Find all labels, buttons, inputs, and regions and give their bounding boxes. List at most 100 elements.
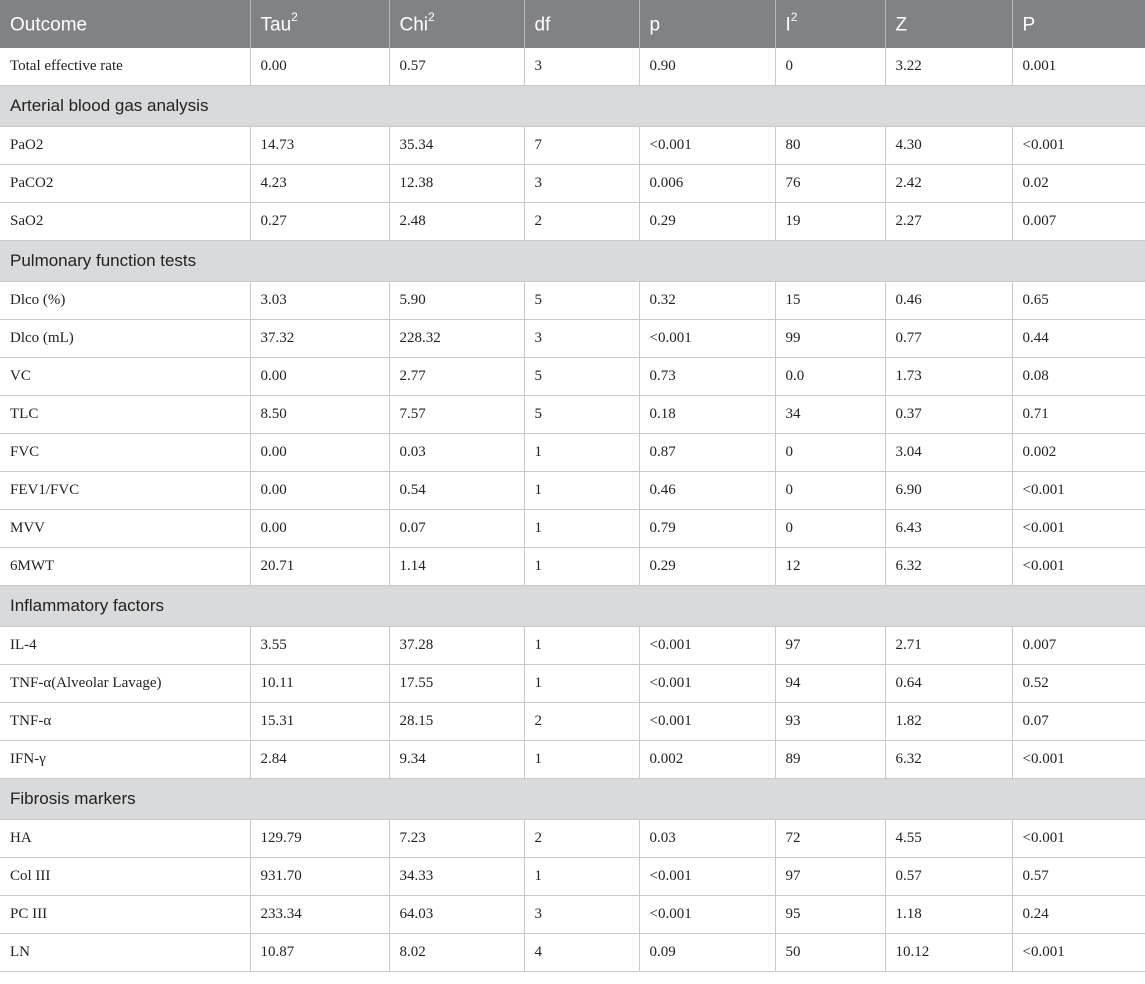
col-header-chi2: Chi2 [389, 0, 525, 48]
value-cell: 0.77 [885, 319, 1013, 358]
value-cell: 0.65 [1012, 281, 1145, 320]
outcome-cell: TNF-α [0, 702, 251, 741]
value-cell: 99 [775, 319, 886, 358]
value-cell: 2.77 [389, 357, 525, 396]
value-cell: 0 [775, 433, 886, 472]
value-cell: 0.57 [389, 48, 525, 86]
value-cell: 228.32 [389, 319, 525, 358]
value-cell: 64.03 [389, 895, 525, 934]
section-row: Pulmonary function tests [0, 240, 1145, 282]
value-cell: <0.001 [1012, 126, 1145, 165]
outcome-cell: MVV [0, 509, 251, 548]
value-cell: 1.73 [885, 357, 1013, 396]
table-row: PaO2 14.73 35.34 7 <0.001 80 4.30 <0.001 [0, 126, 1145, 165]
table-row: Total effective rate 0.00 0.57 3 0.90 0 3.22 0.… [0, 48, 1145, 86]
value-cell: <0.001 [1012, 740, 1145, 779]
value-cell: 2.84 [250, 740, 390, 779]
value-cell: 10.11 [250, 664, 390, 703]
value-cell: <0.001 [639, 626, 776, 665]
value-cell: 20.71 [250, 547, 390, 586]
section-label: Inflammatory factors [0, 585, 1145, 627]
outcome-cell: TNF-α(Alveolar Lavage) [0, 664, 251, 703]
value-cell: 12 [775, 547, 886, 586]
outcome-cell: IL-4 [0, 626, 251, 665]
value-cell: 0.00 [250, 471, 390, 510]
value-cell: 233.34 [250, 895, 390, 934]
value-cell: 0.007 [1012, 626, 1145, 665]
table-row: IL-4 3.55 37.28 1 <0.001 97 2.71 0.007 [0, 626, 1145, 665]
table-row: Dlco (mL) 37.32 228.32 3 <0.001 99 0.77 0.44 [0, 319, 1145, 358]
value-cell: 0.00 [250, 433, 390, 472]
col-header-p-heterogeneity: p [639, 0, 776, 48]
value-cell: 2.27 [885, 202, 1013, 241]
value-cell: 4 [524, 933, 640, 972]
value-cell: <0.001 [1012, 509, 1145, 548]
value-cell: <0.001 [639, 664, 776, 703]
value-cell: 94 [775, 664, 886, 703]
value-cell: 3.55 [250, 626, 390, 665]
section-row: Arterial blood gas analysis [0, 85, 1145, 127]
table-header: Outcome Tau2 Chi2 df p I2 Z P [0, 0, 1145, 48]
table-row: SaO2 0.27 2.48 2 0.29 19 2.27 0.007 [0, 202, 1145, 241]
value-cell: 0.64 [885, 664, 1013, 703]
value-cell: 34.33 [389, 857, 525, 896]
value-cell: 0.001 [1012, 48, 1145, 86]
value-cell: 6.90 [885, 471, 1013, 510]
value-cell: 19 [775, 202, 886, 241]
value-cell: 97 [775, 857, 886, 896]
value-cell: 0.07 [1012, 702, 1145, 741]
value-cell: 1 [524, 547, 640, 586]
value-cell: 0.18 [639, 395, 776, 434]
value-cell: 1 [524, 857, 640, 896]
value-cell: 7.57 [389, 395, 525, 434]
value-cell: 2 [524, 702, 640, 741]
outcome-cell: PaO2 [0, 126, 251, 165]
value-cell: 37.28 [389, 626, 525, 665]
col-header-z: Z [885, 0, 1013, 48]
value-cell: 8.50 [250, 395, 390, 434]
outcome-cell: IFN-γ [0, 740, 251, 779]
value-cell: 1 [524, 433, 640, 472]
section-label: Fibrosis markers [0, 778, 1145, 820]
value-cell: 0.46 [885, 281, 1013, 320]
value-cell: 95 [775, 895, 886, 934]
section-label: Pulmonary function tests [0, 240, 1145, 282]
col-header-tau2: Tau2 [250, 0, 390, 48]
outcome-cell: VC [0, 357, 251, 396]
outcome-cell: PaCO2 [0, 164, 251, 203]
value-cell: <0.001 [639, 126, 776, 165]
value-cell: 0.002 [1012, 433, 1145, 472]
value-cell: 7 [524, 126, 640, 165]
value-cell: <0.001 [639, 319, 776, 358]
value-cell: 1.18 [885, 895, 1013, 934]
value-cell: 0 [775, 48, 886, 86]
outcome-cell: Total effective rate [0, 48, 251, 86]
value-cell: 15.31 [250, 702, 390, 741]
table-row: LN 10.87 8.02 4 0.09 50 10.12 <0.001 [0, 933, 1145, 972]
value-cell: 0.46 [639, 471, 776, 510]
value-cell: 9.34 [389, 740, 525, 779]
value-cell: 2 [524, 202, 640, 241]
value-cell: <0.001 [639, 702, 776, 741]
value-cell: 8.02 [389, 933, 525, 972]
header-row: Outcome Tau2 Chi2 df p I2 Z P [0, 0, 1145, 48]
value-cell: 0.54 [389, 471, 525, 510]
value-cell: 4.30 [885, 126, 1013, 165]
value-cell: 1 [524, 471, 640, 510]
value-cell: 0.44 [1012, 319, 1145, 358]
value-cell: 93 [775, 702, 886, 741]
value-cell: 5 [524, 281, 640, 320]
table-row: PC III 233.34 64.03 3 <0.001 95 1.18 0.24 [0, 895, 1145, 934]
value-cell: 1.14 [389, 547, 525, 586]
value-cell: 6.32 [885, 547, 1013, 586]
table-row: TLC 8.50 7.57 5 0.18 34 0.37 0.71 [0, 395, 1145, 434]
value-cell: 0.00 [250, 48, 390, 86]
value-cell: 0.27 [250, 202, 390, 241]
value-cell: 0.37 [885, 395, 1013, 434]
value-cell: 0.32 [639, 281, 776, 320]
value-cell: 5 [524, 395, 640, 434]
value-cell: 4.23 [250, 164, 390, 203]
value-cell: 0.24 [1012, 895, 1145, 934]
table-row: FVC 0.00 0.03 1 0.87 0 3.04 0.002 [0, 433, 1145, 472]
value-cell: 0.29 [639, 547, 776, 586]
